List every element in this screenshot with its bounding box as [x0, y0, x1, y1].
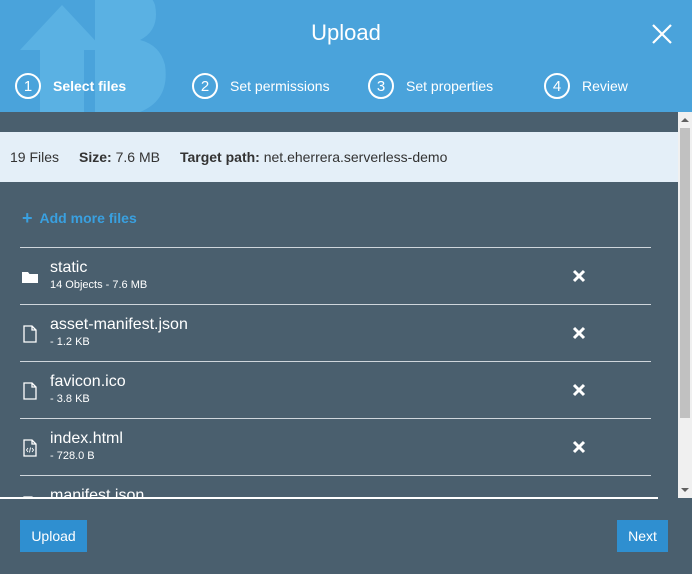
file-row[interactable]: asset-manifest.json - 1.2 KB — [20, 304, 651, 361]
file-meta: 14 Objects - 7.6 MB — [50, 279, 148, 291]
plus-icon: + — [22, 208, 33, 228]
step-label: Review — [582, 78, 628, 94]
next-button[interactable]: Next — [617, 520, 668, 552]
file-meta: - 1.2 KB — [50, 336, 90, 348]
target-path-label: Target path: — [179, 149, 260, 165]
code-file-icon — [23, 439, 37, 457]
step-set-properties[interactable]: 3 Set properties — [368, 72, 493, 100]
vertical-scrollbar[interactable] — [678, 112, 692, 498]
wizard-steps: 1 Select files 2 Set permissions 3 Set p… — [0, 72, 692, 102]
file-icon — [23, 325, 37, 343]
remove-file-icon[interactable] — [571, 439, 587, 455]
file-row[interactable]: static 14 Objects - 7.6 MB — [20, 247, 651, 304]
file-row[interactable]: favicon.ico - 3.8 KB — [20, 361, 651, 418]
step-select-files[interactable]: 1 Select files — [15, 72, 126, 100]
step-number: 2 — [192, 73, 218, 99]
target-path-summary: Target path: net.eherrera.serverless-dem… — [180, 149, 447, 165]
remove-file-icon[interactable] — [571, 268, 587, 284]
size-value: 7.6 MB — [115, 149, 160, 165]
close-icon[interactable] — [650, 22, 674, 46]
modal-header: Upload 1 Select files 2 Set permissions … — [0, 0, 692, 112]
remove-file-icon[interactable] — [571, 382, 587, 398]
file-meta: - 728.0 B — [50, 450, 95, 462]
file-row[interactable]: index.html - 728.0 B — [20, 418, 651, 475]
file-name: static — [50, 259, 88, 276]
upload-content: 19 Files Size: 7.6 MB Target path: net.e… — [0, 112, 678, 498]
modal-footer: Upload Next — [0, 499, 692, 574]
size-summary: Size: 7.6 MB — [79, 149, 160, 165]
file-list: static 14 Objects - 7.6 MB asset-manifes… — [20, 247, 651, 498]
step-label: Set permissions — [230, 78, 330, 94]
upload-button[interactable]: Upload — [20, 520, 87, 552]
add-more-files-label: Add more files — [39, 210, 137, 226]
modal-title: Upload — [311, 20, 381, 45]
size-label: Size: — [79, 149, 112, 165]
scroll-up-arrow-icon[interactable] — [680, 116, 690, 124]
folder-icon — [22, 272, 38, 283]
scroll-down-arrow-icon[interactable] — [680, 486, 690, 494]
file-meta: - 3.8 KB — [50, 393, 90, 405]
scrollbar-thumb[interactable] — [680, 128, 690, 418]
file-name: favicon.ico — [50, 373, 126, 390]
step-label: Select files — [53, 78, 127, 94]
file-name: asset-manifest.json — [50, 316, 188, 333]
file-icon — [23, 382, 37, 400]
target-path-value: net.eherrera.serverless-demo — [263, 149, 448, 165]
step-review[interactable]: 4 Review — [544, 72, 628, 100]
step-number: 4 — [544, 73, 570, 99]
file-name: index.html — [50, 430, 123, 447]
file-row[interactable]: manifest.json — [20, 475, 651, 498]
step-number: 1 — [15, 73, 41, 99]
step-number: 3 — [368, 73, 394, 99]
add-more-files-button[interactable]: + Add more files — [22, 208, 137, 228]
step-set-permissions[interactable]: 2 Set permissions — [192, 72, 330, 100]
step-label: Set properties — [406, 78, 494, 94]
file-count: 19 Files — [10, 149, 60, 165]
upload-summary-bar: 19 Files Size: 7.6 MB Target path: net.e… — [0, 132, 678, 182]
remove-file-icon[interactable] — [571, 325, 587, 341]
